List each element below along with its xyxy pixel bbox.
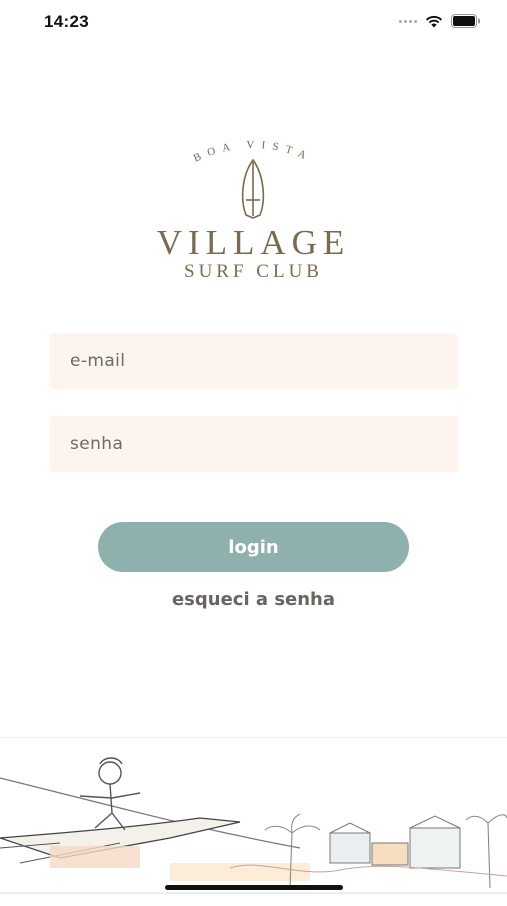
logo: BOA VISTA VILLAGE SURF CLUB <box>0 130 507 290</box>
forgot-password-link[interactable]: esqueci a senha <box>0 589 507 610</box>
surfboard-icon <box>241 158 265 219</box>
logo-title: VILLAGE <box>156 223 351 262</box>
surfer-figure <box>79 757 141 831</box>
battery-icon <box>451 14 481 28</box>
surfer-illustration <box>0 737 507 901</box>
password-field[interactable] <box>50 416 458 472</box>
village-buildings <box>329 815 461 869</box>
email-field[interactable] <box>50 333 458 389</box>
status-icons <box>399 14 481 28</box>
status-time: 14:23 <box>44 12 89 31</box>
password-input[interactable] <box>50 416 458 472</box>
status-bar: 14:23 <box>0 0 507 46</box>
signal-icon <box>399 19 417 23</box>
login-button[interactable]: login <box>98 522 409 572</box>
wifi-icon <box>425 15 443 28</box>
home-indicator[interactable] <box>165 885 343 890</box>
logo-subtitle: SURF CLUB <box>184 261 323 282</box>
email-input[interactable] <box>50 333 458 389</box>
